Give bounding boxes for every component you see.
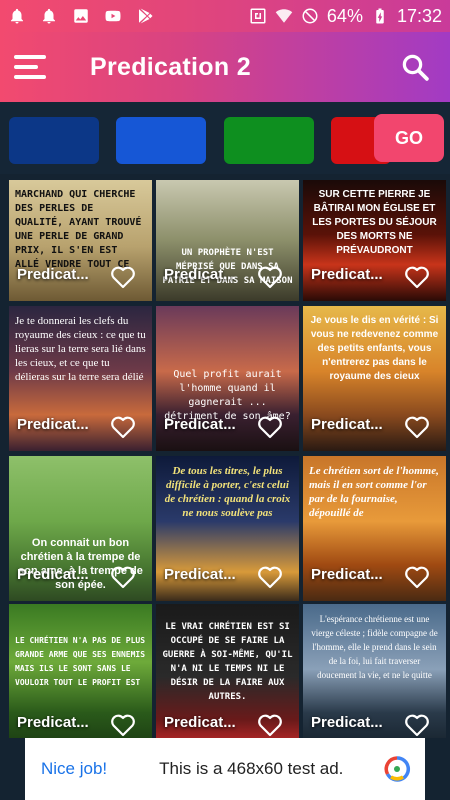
- card-label: Predicat...: [164, 714, 236, 731]
- grid-card[interactable]: Quel profit aurait l'homme quand il gagn…: [156, 306, 299, 451]
- card-label: Predicat...: [311, 266, 383, 283]
- card-overlay-text: MARCHAND QUI CHERCHE DES PERLES DE QUALI…: [15, 189, 142, 270]
- heart-icon[interactable]: [257, 713, 283, 737]
- grid-card[interactable]: L'espérance chrétienne est une vierge cé…: [303, 604, 446, 738]
- card-label: Predicat...: [164, 566, 236, 583]
- play-store-icon: [136, 7, 154, 25]
- heart-icon[interactable]: [404, 265, 430, 289]
- status-bar: 64% 17:32: [0, 0, 450, 32]
- do-not-disturb-icon: [301, 7, 319, 25]
- grid-card[interactable]: On connait un bon chrétien à la trempe d…: [9, 456, 152, 601]
- card-overlay-text: De tous les titres, le plus difficile à …: [164, 465, 291, 519]
- heart-icon[interactable]: [404, 415, 430, 439]
- ad-logo-icon: [383, 755, 411, 783]
- heart-icon[interactable]: [257, 415, 283, 439]
- card-overlay-text: SUR CETTE PIERRE JE BÂTIRAI MON ÉGLISE E…: [312, 189, 437, 256]
- page-title: Predication 2: [90, 52, 251, 81]
- grid-card[interactable]: SUR CETTE PIERRE JE BÂTIRAI MON ÉGLISE E…: [303, 180, 446, 301]
- grid-card[interactable]: Je te donnerai les clefs du royaume des …: [9, 306, 152, 451]
- card-label: Predicat...: [17, 416, 89, 433]
- card-label: Predicat...: [311, 714, 383, 731]
- youtube-icon: [104, 7, 122, 25]
- card-label: Predicat...: [311, 566, 383, 583]
- battery-percent: 64%: [326, 5, 363, 26]
- heart-icon[interactable]: [257, 265, 283, 289]
- app-bar: Predication 2: [0, 32, 450, 102]
- grid-card[interactable]: UN PROPHÈTE N'EST MÉPRISÉ QUE DANS SA PA…: [156, 180, 299, 301]
- grid-card[interactable]: LE VRAI CHRÉTIEN EST SI OCCUPÉ DE SE FAI…: [156, 604, 299, 738]
- card-label: Predicat...: [17, 714, 89, 731]
- notification-bell-icon: [8, 7, 26, 25]
- card-overlay-text: Je te donnerai les clefs du royaume des …: [15, 315, 146, 383]
- status-left-icons: [8, 7, 154, 25]
- card-label: Predicat...: [164, 416, 236, 433]
- grid-card[interactable]: Je vous le dis en vérité : Si vous ne re…: [303, 306, 446, 451]
- color-swatch-green[interactable]: [224, 117, 314, 164]
- color-swatch-dark-blue[interactable]: [9, 117, 99, 164]
- ad-main-text: This is a 468x60 test ad.: [159, 759, 344, 778]
- heart-icon[interactable]: [110, 713, 136, 737]
- heart-icon[interactable]: [404, 713, 430, 737]
- grid-card[interactable]: MARCHAND QUI CHERCHE DES PERLES DE QUALI…: [9, 180, 152, 301]
- image-grid: MARCHAND QUI CHERCHE DES PERLES DE QUALI…: [0, 180, 450, 738]
- card-overlay-text: LE VRAI CHRÉTIEN EST SI OCCUPÉ DE SE FAI…: [162, 622, 293, 702]
- card-overlay-text: Je vous le dis en vérité : Si vous ne re…: [310, 315, 439, 382]
- grid-card[interactable]: De tous les titres, le plus difficile à …: [156, 456, 299, 601]
- heart-icon[interactable]: [110, 265, 136, 289]
- notification-bell-icon: [40, 7, 58, 25]
- card-overlay-text: LE CHRÉTIEN N'A PAS DE PLUS GRANDE ARME …: [15, 636, 146, 687]
- heart-icon[interactable]: [404, 565, 430, 589]
- heart-icon[interactable]: [110, 565, 136, 589]
- grid-card[interactable]: Le chrétien sort de l'homme, mais il en …: [303, 456, 446, 601]
- ad-left-text: Nice job!: [41, 759, 108, 778]
- card-label: Predicat...: [164, 266, 236, 283]
- go-button[interactable]: GO: [374, 114, 444, 162]
- wifi-icon: [275, 7, 293, 25]
- heart-icon[interactable]: [257, 565, 283, 589]
- color-swatch-blue[interactable]: [116, 117, 206, 164]
- heart-icon[interactable]: [110, 415, 136, 439]
- grid-card[interactable]: LE CHRÉTIEN N'A PAS DE PLUS GRANDE ARME …: [9, 604, 152, 738]
- search-icon[interactable]: [400, 52, 430, 82]
- image-icon: [72, 7, 90, 25]
- card-label: Predicat...: [311, 416, 383, 433]
- status-right-icons: 64% 17:32: [249, 6, 442, 27]
- menu-icon[interactable]: [14, 55, 48, 79]
- card-label: Predicat...: [17, 266, 89, 283]
- battery-icon: [371, 7, 389, 25]
- card-label: Predicat...: [17, 566, 89, 583]
- ad-banner[interactable]: Nice job! This is a 468x60 test ad.: [25, 738, 425, 800]
- card-overlay-text: Le chrétien sort de l'homme, mais il en …: [309, 465, 439, 519]
- clock: 17:32: [396, 5, 442, 26]
- card-overlay-text: L'espérance chrétienne est une vierge cé…: [311, 614, 438, 680]
- nfc-icon: [249, 7, 267, 25]
